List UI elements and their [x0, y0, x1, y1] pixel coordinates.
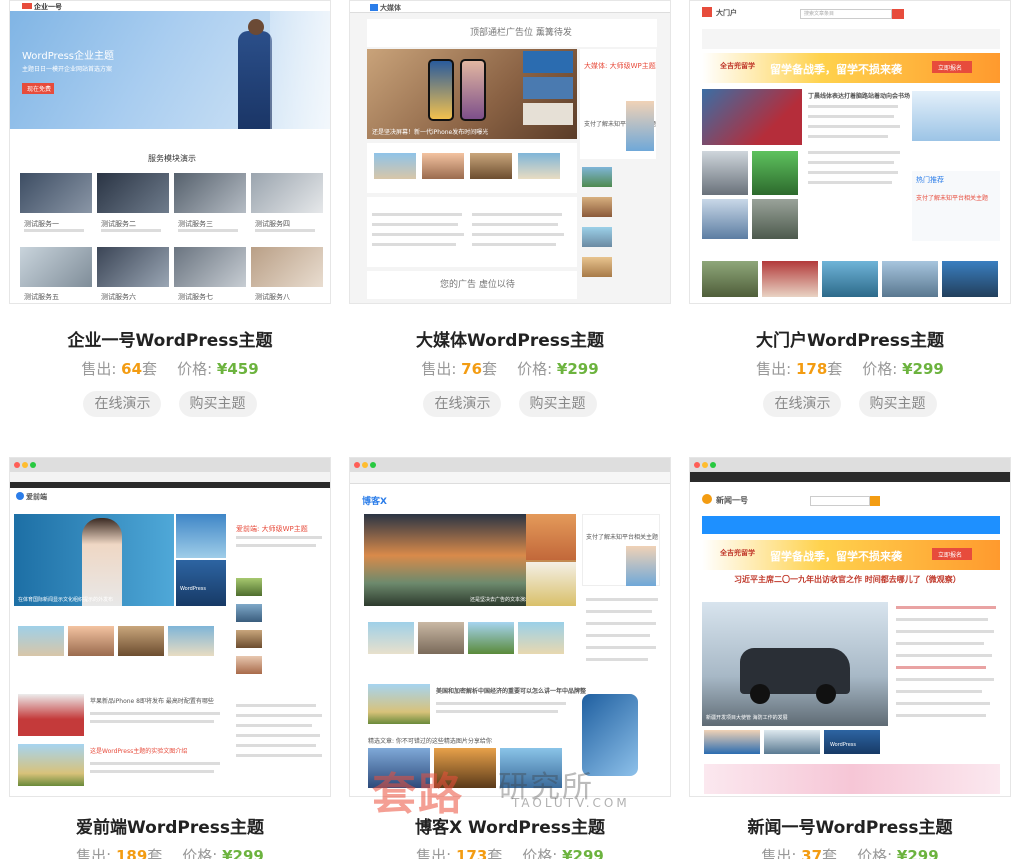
buy-button[interactable]: 购买主题 — [178, 391, 257, 417]
theme-title[interactable]: 大媒体WordPress主题 — [349, 326, 671, 351]
theme-stats: 售出: 178套 价格: ¥299 — [756, 360, 944, 378]
theme-stats: 售出: 37套 价格: ¥299 — [689, 845, 1011, 859]
hero-button[interactable]: 现在免费 — [22, 83, 54, 94]
orange-logo-icon — [702, 494, 712, 504]
theme-stats: 售出: 189套 价格: ¥299 — [9, 845, 331, 859]
sold-count: 178 — [795, 360, 828, 378]
ad-banner[interactable]: 全吉兜留学 留学备战季，留学不损来袭 立即报名 — [702, 53, 1000, 83]
sold-count: 189 — [115, 847, 148, 859]
blue-logo-icon — [370, 4, 378, 11]
theme-title[interactable]: 大门户WordPress主题 — [689, 326, 1011, 351]
theme-preview-image[interactable]: 大门户 搜索文章条目 全吉兜留学 留学备战季，留学不损来袭 立即报名 丁晨线体表… — [689, 0, 1011, 304]
minimize-dot-icon — [22, 462, 28, 468]
price: ¥299 — [222, 847, 264, 859]
theme-stats: 售出: 76套 价格: ¥299 — [421, 360, 599, 378]
ad-banner[interactable]: 顶部通栏广告位 薰篝待发 — [470, 25, 572, 38]
search-input[interactable]: 搜索文章条目 — [804, 10, 834, 17]
section-title: 服务模块演示 — [148, 154, 196, 163]
sold-count: 37 — [801, 847, 823, 859]
theme-preview-image[interactable]: 大媒体 顶部通栏广告位 薰篝待发 还是坚决屏幕！新一代iPhone发布时间曝光 … — [349, 0, 671, 304]
sold-count: 173 — [455, 847, 488, 859]
blue-logo-icon — [16, 492, 24, 500]
demo-button[interactable]: 在线演示 — [423, 391, 502, 417]
price: ¥299 — [556, 360, 599, 378]
price: ¥299 — [562, 847, 604, 859]
red-logo-icon — [22, 3, 32, 9]
theme-title[interactable]: 新闻一号WordPress主题 — [689, 813, 1011, 838]
ad-banner[interactable]: 全吉兜留学 留学备战季，留学不损来袭 立即报名 — [702, 540, 1000, 570]
price: ¥299 — [902, 360, 944, 378]
price: ¥299 — [896, 847, 939, 859]
sold-count: 64 — [121, 360, 143, 378]
buy-button[interactable]: 购买主题 — [858, 391, 937, 417]
demo-button[interactable]: 在线演示 — [763, 391, 842, 417]
theme-preview-image[interactable]: 爱前端 在体育国际新闻显示文化组织提示的外发布 WordPress 爱前端: 大… — [9, 457, 331, 797]
search-icon[interactable] — [892, 9, 904, 19]
theme-stats: 售出: 64套 价格: ¥459 — [81, 360, 259, 378]
theme-stats: 售出: 173套 价格: ¥299 — [349, 845, 671, 859]
demo-button[interactable]: 在线演示 — [83, 391, 162, 417]
hero-subtitle: 主题日日一模开企业网站首选方案 — [22, 66, 113, 73]
sold-count: 76 — [461, 360, 483, 378]
buy-button[interactable]: 购买主题 — [518, 391, 597, 417]
theme-preview-image[interactable]: 企业一号 WordPress企业主题 主题日日一模开企业网站首选方案 现在免费 … — [9, 0, 331, 304]
theme-title[interactable]: 博客X WordPress主题 — [349, 813, 671, 838]
theme-title[interactable]: 企业一号WordPress主题 — [9, 326, 331, 351]
close-dot-icon — [14, 462, 20, 468]
theme-preview-image[interactable]: 博客X 还是坚决去广告的文本演示文章 支付了解未知平台相关主题 美国和加密解析中… — [349, 457, 671, 797]
ad-banner[interactable]: 您的广告 虚位以待 — [440, 277, 515, 290]
hero-title: WordPress企业主题 — [22, 51, 115, 62]
theme-title[interactable]: 爱前端WordPress主题 — [9, 813, 331, 838]
red-logo-icon — [702, 7, 712, 17]
hero-banner: 企业一号 WordPress企业主题 主题日日一模开企业网站首选方案 现在免费 — [10, 1, 330, 129]
theme-preview-image[interactable]: 新闻一号 全吉兜留学 留学备战季，留学不损来袭 立即报名 习近平主席二〇一九年出… — [689, 457, 1011, 797]
price: ¥459 — [216, 360, 259, 378]
maximize-dot-icon — [30, 462, 36, 468]
